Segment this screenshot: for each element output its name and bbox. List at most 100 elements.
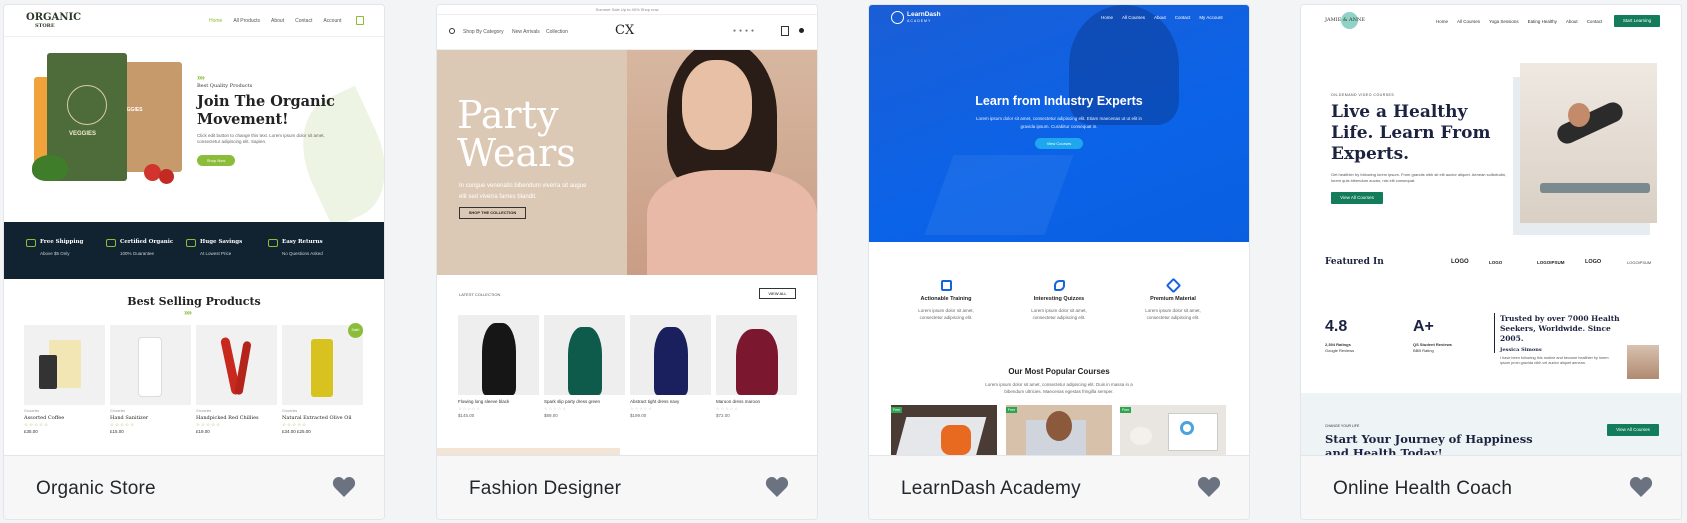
template-preview[interactable]: LearnDash ACADEMY Home All Courses About…	[869, 5, 1249, 455]
heart-icon[interactable]	[765, 476, 789, 498]
course-card: Free	[1006, 405, 1112, 455]
product-price: $89.00	[544, 413, 558, 418]
cta-title: Start Your Journey of Happiness	[1325, 432, 1533, 446]
tomato-image	[159, 169, 174, 184]
hero-body: Lorem ipsum dolor sit amet, consectetur …	[975, 116, 1143, 121]
feature-title: Free Shipping	[40, 239, 84, 245]
course-badge: Free	[891, 407, 903, 413]
feature-sub: consectetur adipiscing elit.	[1146, 315, 1200, 320]
template-preview[interactable]: Summer Sale Up to 40% Shop now Shop By C…	[437, 5, 817, 455]
card-title[interactable]: Online Health Coach	[1333, 478, 1512, 500]
feature-item: Actionable Training Lorem ipsum dolor si…	[891, 280, 1001, 321]
product-price: $72.00	[716, 413, 730, 418]
stat-label: 2,394 Ratings	[1325, 342, 1351, 347]
template-preview[interactable]: ORGANIC STORE Home All Products About Co…	[4, 5, 384, 455]
hero-cta-button: Shop Now	[197, 155, 235, 166]
chevrons-icon: »»	[197, 73, 205, 82]
template-card-fashion-designer[interactable]: Summer Sale Up to 40% Shop now Shop By C…	[436, 4, 818, 520]
preview-logo: ORGANIC STORE	[26, 13, 81, 31]
hero-cta-button: View All Courses	[1331, 192, 1383, 204]
product-card: Flowing long sleeve black ☆☆☆☆☆ $145.00	[458, 315, 539, 418]
model-image	[627, 50, 817, 275]
truck-icon	[26, 239, 36, 247]
brand-logo: LOGOIPSUM	[1537, 260, 1565, 265]
hero-headline: Live a Healthy	[1331, 102, 1468, 122]
featured-title: Featured In	[1325, 257, 1384, 267]
menu-item: Account	[323, 18, 342, 24]
heart-icon[interactable]	[332, 476, 356, 498]
menu-item: Shop By Category	[463, 29, 504, 35]
feature-sub: 100% Guarantee	[120, 251, 155, 256]
section-body: Lorem ipsum dolor sit amet, consectetur …	[985, 382, 1133, 387]
hero-headline: Join The Organic	[197, 93, 335, 110]
feature-sub: consectetur adipiscing elit.	[919, 315, 973, 320]
product-card: Groceries Hand Sanitizer ☆☆☆☆☆ £15.00	[110, 325, 191, 434]
menu-item: Eating Healthy	[1527, 19, 1557, 24]
feature-item: Free Shipping Above $5 Only	[26, 239, 84, 256]
feature-sub: Above $5 Only	[40, 251, 70, 256]
cta-button: View All Courses	[1607, 424, 1659, 436]
preview-hero: Party Wears In congue venenatis bibendum…	[437, 50, 817, 275]
menu-item: Home	[1436, 19, 1449, 24]
menu-item: All Courses	[1457, 19, 1481, 24]
heart-icon[interactable]	[1629, 476, 1653, 498]
menu-item: Contact	[295, 18, 313, 24]
feature-sub: Lorem ipsum dolor sit amet,	[1145, 308, 1201, 313]
feature-item: Interesting Quizzes Lorem ipsum dolor si…	[1004, 280, 1114, 321]
preview-nav: Shop By Category New Arrivals Collection…	[437, 15, 817, 50]
template-card-online-health-coach[interactable]: JAMIE & ANNE Home All Courses Yoga Sessi…	[1300, 4, 1682, 520]
feature-title: Easy Returns	[282, 239, 323, 245]
heart-icon[interactable]	[1197, 476, 1221, 498]
product-image	[716, 315, 797, 395]
cta-eyebrow: CHANGE YOUR LIFE	[1325, 424, 1360, 428]
hero-headline: Experts.	[1331, 144, 1410, 164]
rating-stars: ☆☆☆☆☆	[110, 422, 136, 427]
menu-item: Yoga Sessions	[1489, 19, 1519, 24]
template-preview[interactable]: JAMIE & ANNE Home All Courses Yoga Sessi…	[1301, 5, 1681, 455]
chevrons-icon: »»	[184, 308, 192, 317]
product-card: Sale! Groceries Natural Extracted Olive …	[282, 323, 363, 434]
menu-item: About	[1565, 19, 1578, 24]
certificate-icon	[106, 239, 116, 247]
card-title[interactable]: Fashion Designer	[469, 478, 621, 500]
course-badge: Free	[1120, 407, 1132, 413]
feature-sub: Lorem ipsum dolor sit amet,	[1031, 308, 1087, 313]
product-price: £35.00	[24, 429, 38, 434]
brand-logo: LOGO	[1489, 260, 1503, 265]
sale-badge: Sale!	[348, 323, 363, 338]
card-title[interactable]: Organic Store	[36, 478, 156, 500]
product-price: £34.00 £25.00	[282, 429, 311, 434]
money-icon	[186, 239, 196, 247]
product-image	[458, 315, 539, 395]
product-card: Abstract tight dress navy ☆☆☆☆☆ $199.00	[630, 315, 711, 418]
product-card: Maroon dress maroon ☆☆☆☆☆ $72.00	[716, 315, 797, 418]
menu-item: My Account	[1199, 15, 1223, 20]
product-card: Groceries Handpicked Red Chillies ☆☆☆☆☆ …	[196, 325, 277, 434]
card-footer: LearnDash Academy	[869, 455, 1249, 519]
card-footer: Online Health Coach	[1301, 455, 1681, 519]
template-card-organic-store[interactable]: ORGANIC STORE Home All Products About Co…	[3, 4, 385, 520]
author-photo	[1627, 345, 1659, 379]
logo-icon	[891, 11, 904, 24]
social-icons: ●●●●	[733, 28, 758, 34]
product-name: Flowing long sleeve black	[458, 399, 510, 404]
user-icon	[799, 28, 804, 33]
preview-nav: ORGANIC STORE Home All Products About Co…	[4, 5, 384, 37]
yoga-image	[1520, 63, 1657, 223]
cart-icon	[781, 26, 789, 36]
view-all-button: VIEW ALL	[759, 288, 796, 299]
preview-logo: CX	[615, 23, 635, 38]
preview-hero: LearnDash ACADEMY Home All Courses About…	[869, 5, 1249, 242]
hero-eyebrow: Best Quality Products	[197, 83, 253, 89]
template-card-learndash-academy[interactable]: LearnDash ACADEMY Home All Courses About…	[868, 4, 1250, 520]
stat-label: Google Reviews	[1325, 348, 1355, 353]
feature-item: Certified Organic 100% Guarantee	[106, 239, 173, 256]
card-title[interactable]: LearnDash Academy	[901, 478, 1081, 500]
product-price: £19.00	[196, 429, 210, 434]
product-category: Groceries	[196, 409, 212, 413]
brand-logo: LOGO	[1585, 259, 1602, 265]
preview-menu: Home All Products About Contact Account	[209, 18, 341, 24]
product-card: Spark slip party dress green ☆☆☆☆☆ $89.0…	[544, 315, 625, 418]
hero-headline: Life. Learn From	[1331, 123, 1491, 143]
laptop-image	[924, 155, 1074, 235]
